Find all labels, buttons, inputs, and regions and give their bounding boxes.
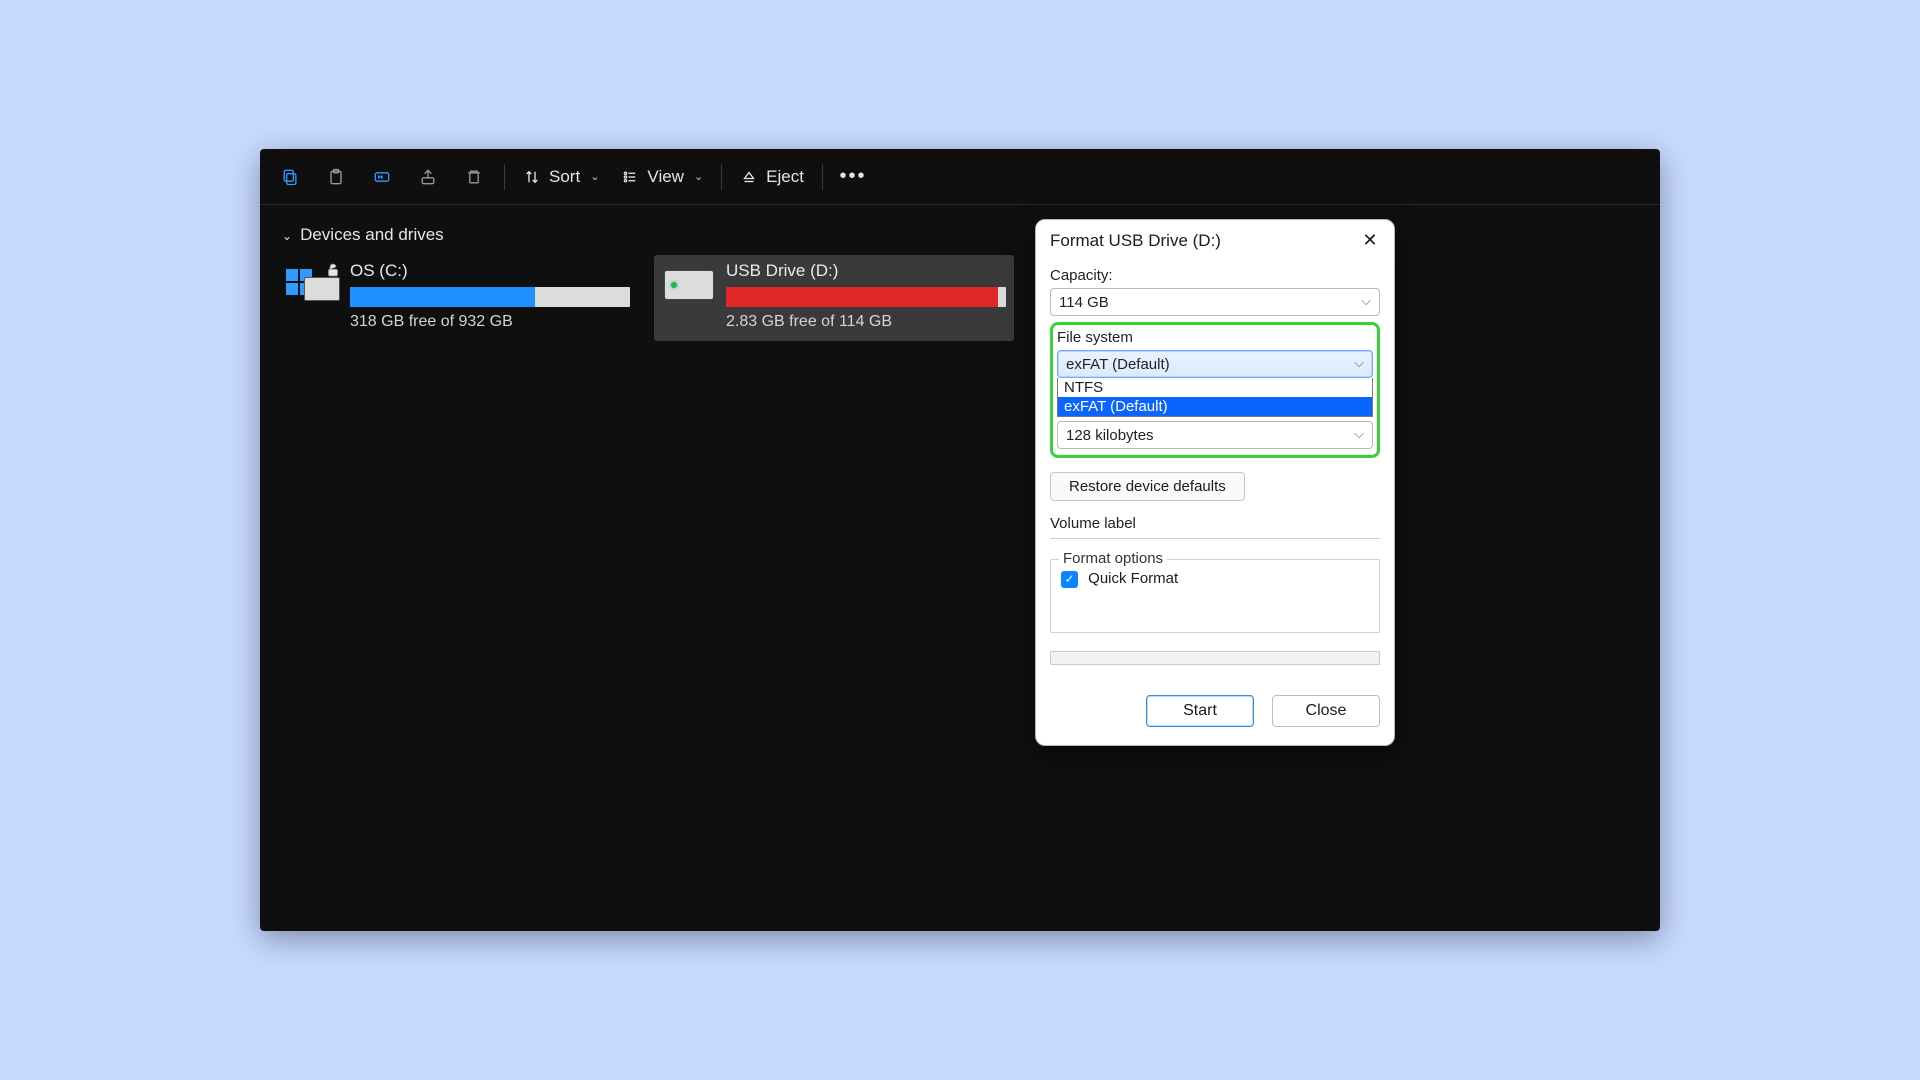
explorer-window: Sort ⌄ View ⌄ Eject ••• ⌄ Devices and dr… xyxy=(260,149,1660,931)
drive-usage-bar xyxy=(726,287,1006,307)
drive-usage-bar xyxy=(350,287,630,307)
toolbar-separator xyxy=(822,164,823,190)
eject-button[interactable]: Eject xyxy=(730,157,814,197)
dialog-buttons: Start Close xyxy=(1036,679,1394,745)
view-label: View xyxy=(647,167,684,187)
chevron-down-icon: ⌄ xyxy=(694,170,703,183)
lock-open-icon xyxy=(324,261,342,279)
more-button[interactable]: ••• xyxy=(831,157,875,197)
start-button[interactable]: Start xyxy=(1146,695,1254,727)
quick-format-row[interactable]: ✓ Quick Format xyxy=(1061,570,1369,588)
usb-drive-icon xyxy=(662,261,716,309)
drive-free-text: 2.83 GB free of 114 GB xyxy=(726,313,1006,331)
close-dialog-button[interactable]: Close xyxy=(1272,695,1380,727)
format-options-group: Format options ✓ Quick Format xyxy=(1050,559,1380,633)
filesystem-value: exFAT (Default) xyxy=(1066,356,1170,373)
view-button[interactable]: View ⌄ xyxy=(611,157,713,197)
allocation-value: 128 kilobytes xyxy=(1066,427,1154,444)
drive-usb-d[interactable]: USB Drive (D:) 2.83 GB free of 114 GB xyxy=(654,255,1014,341)
delete-icon[interactable] xyxy=(452,157,496,197)
paste-icon[interactable] xyxy=(314,157,358,197)
section-devices-and-drives[interactable]: ⌄ Devices and drives xyxy=(282,225,1642,245)
drive-name: OS (C:) xyxy=(350,261,630,281)
filesystem-select[interactable]: exFAT (Default) xyxy=(1057,350,1373,378)
content-area: ⌄ Devices and drives OS (C:) xyxy=(260,205,1660,357)
capacity-label: Capacity: xyxy=(1050,267,1380,284)
filesystem-label: File system xyxy=(1057,329,1373,346)
quick-format-checkbox[interactable]: ✓ xyxy=(1061,571,1078,588)
toolbar: Sort ⌄ View ⌄ Eject ••• xyxy=(260,149,1660,205)
drives-row: OS (C:) 318 GB free of 932 GB USB Drive … xyxy=(278,255,1642,341)
os-drive-icon xyxy=(286,261,340,309)
dialog-title: Format USB Drive (D:) xyxy=(1050,231,1221,251)
volume-label-label: Volume label xyxy=(1050,515,1380,532)
progress-bar xyxy=(1050,651,1380,665)
copy-icon[interactable] xyxy=(268,157,312,197)
format-dialog: Format USB Drive (D:) ✕ Capacity: 114 GB… xyxy=(1035,219,1395,746)
rename-icon[interactable] xyxy=(360,157,404,197)
capacity-value: 114 GB xyxy=(1059,294,1109,311)
toolbar-separator xyxy=(721,164,722,190)
chevron-down-icon: ⌄ xyxy=(590,170,599,183)
chevron-down-icon: ⌄ xyxy=(282,229,292,243)
drive-name: USB Drive (D:) xyxy=(726,261,1006,281)
format-options-label: Format options xyxy=(1059,550,1167,567)
section-title: Devices and drives xyxy=(300,225,444,245)
toolbar-separator xyxy=(504,164,505,190)
close-button[interactable]: ✕ xyxy=(1358,230,1382,251)
sort-button[interactable]: Sort ⌄ xyxy=(513,157,609,197)
filesystem-dropdown: NTFS exFAT (Default) xyxy=(1057,378,1373,417)
capacity-select[interactable]: 114 GB xyxy=(1050,288,1380,316)
drive-free-text: 318 GB free of 932 GB xyxy=(350,313,630,331)
eject-label: Eject xyxy=(766,167,804,187)
sort-label: Sort xyxy=(549,167,580,187)
volume-label-input[interactable] xyxy=(1050,538,1380,539)
quick-format-label: Quick Format xyxy=(1088,570,1178,587)
highlight-box: File system exFAT (Default) NTFS exFAT (… xyxy=(1050,322,1380,458)
dialog-titlebar: Format USB Drive (D:) ✕ xyxy=(1036,220,1394,257)
restore-defaults-button[interactable]: Restore device defaults xyxy=(1050,472,1245,501)
filesystem-option-exfat[interactable]: exFAT (Default) xyxy=(1058,397,1372,416)
filesystem-option-ntfs[interactable]: NTFS xyxy=(1058,378,1372,397)
drive-os-c[interactable]: OS (C:) 318 GB free of 932 GB xyxy=(278,255,638,341)
more-icon: ••• xyxy=(839,165,866,188)
share-icon[interactable] xyxy=(406,157,450,197)
allocation-select[interactable]: 128 kilobytes xyxy=(1057,421,1373,449)
